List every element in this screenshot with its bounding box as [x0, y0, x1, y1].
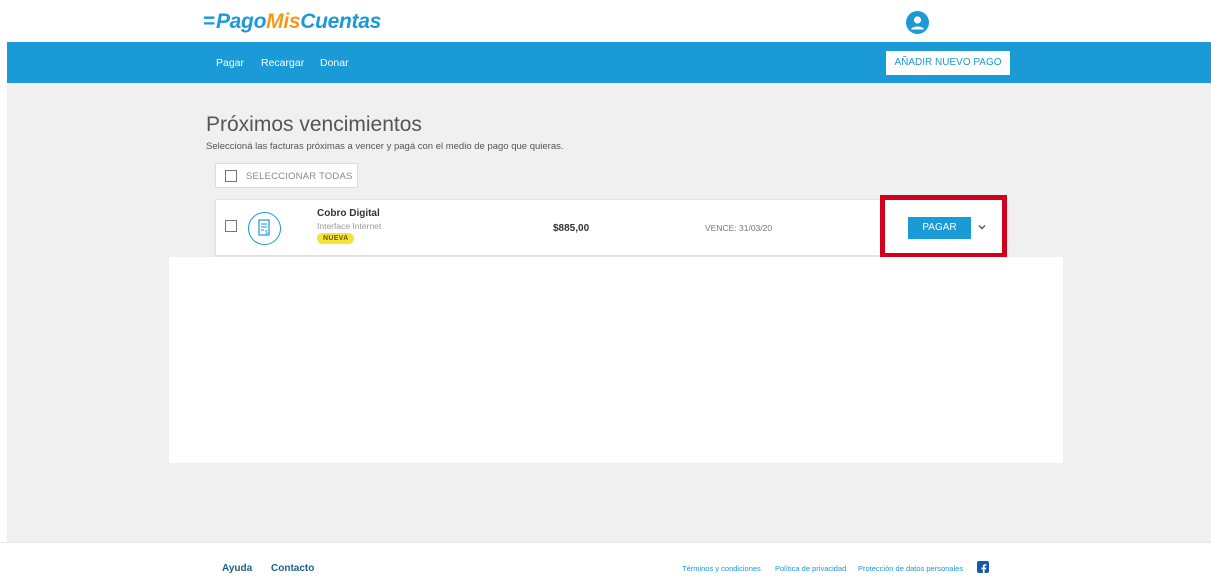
- select-all-button[interactable]: SELECCIONAR TODAS: [215, 163, 358, 188]
- footer-link-ayuda[interactable]: Ayuda: [222, 563, 252, 574]
- blank-overlay: [169, 257, 1063, 463]
- logo[interactable]: =PagoMisCuentas: [203, 10, 381, 34]
- select-all-checkbox[interactable]: [225, 170, 237, 182]
- bill-checkbox[interactable]: [225, 220, 237, 232]
- footer: Ayuda Contacto Términos y condiciones Po…: [0, 542, 1211, 581]
- user-avatar-icon[interactable]: [906, 11, 929, 34]
- biller-name: Cobro Digital: [317, 208, 380, 219]
- footer-link-datos-personales[interactable]: Protección de datos personales: [858, 564, 963, 573]
- facebook-icon[interactable]: [977, 561, 989, 574]
- logo-bars-icon: =: [203, 10, 215, 33]
- main-nav: Pagar Recargar Donar AÑADIR NUEVO PAGO: [7, 42, 1211, 83]
- page-title: Próximos vencimientos: [206, 113, 422, 136]
- add-new-payment-button[interactable]: AÑADIR NUEVO PAGO: [886, 51, 1010, 75]
- svg-text:$: $: [265, 230, 268, 236]
- invoice-icon: $: [248, 212, 281, 245]
- nav-item-donar[interactable]: Donar: [320, 57, 349, 69]
- bill-due-date: VENCE: 31/03/20: [705, 223, 773, 233]
- pay-button[interactable]: PAGAR: [908, 217, 971, 239]
- select-all-label: SELECCIONAR TODAS: [246, 171, 353, 182]
- chevron-down-icon[interactable]: [975, 220, 989, 234]
- footer-link-privacidad[interactable]: Política de privacidad: [775, 564, 846, 573]
- footer-link-terminos[interactable]: Términos y condiciones: [682, 564, 761, 573]
- top-header: =PagoMisCuentas: [0, 0, 1211, 42]
- nav-item-pagar[interactable]: Pagar: [216, 57, 244, 69]
- nav-item-recargar[interactable]: Recargar: [261, 57, 304, 69]
- biller-subtitle: Interface Internet: [317, 221, 382, 231]
- footer-link-contacto[interactable]: Contacto: [271, 563, 314, 574]
- bill-amount: $885,00: [553, 223, 590, 234]
- new-badge: NUEVA: [317, 233, 355, 244]
- page-subtitle: Seleccioná las facturas próximas a vence…: [206, 141, 564, 152]
